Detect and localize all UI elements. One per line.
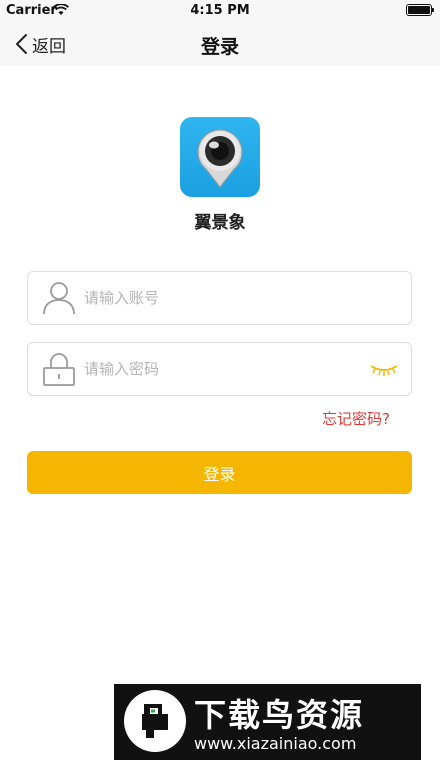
eye-closed-icon[interactable] bbox=[369, 360, 399, 378]
watermark-logo bbox=[124, 690, 186, 752]
lock-icon bbox=[43, 353, 75, 386]
password-field[interactable] bbox=[27, 342, 412, 396]
bird-logo-icon bbox=[142, 704, 168, 738]
camera-pin-logo bbox=[197, 129, 243, 188]
battery-icon bbox=[406, 4, 434, 16]
watermark-url: www.xiazainiao.com bbox=[194, 734, 357, 753]
watermark-title: 下载鸟资源 bbox=[194, 696, 365, 734]
status-bar: Carrier 4:15 PM bbox=[0, 0, 440, 22]
password-input[interactable] bbox=[84, 343, 374, 395]
app-name: 翼景象 bbox=[194, 213, 246, 233]
forgot-password-link[interactable]: 忘记密码? bbox=[322, 408, 390, 429]
login-button[interactable]: 登录 bbox=[27, 451, 412, 494]
account-input[interactable] bbox=[84, 272, 374, 324]
status-time: 4:15 PM bbox=[190, 3, 250, 18]
account-field[interactable] bbox=[27, 271, 412, 325]
watermark-banner: 下载鸟资源 www.xiazainiao.com bbox=[114, 684, 421, 760]
nav-bar: 返回 登录 bbox=[0, 22, 440, 66]
app-logo bbox=[180, 117, 260, 197]
page-title: 登录 bbox=[200, 36, 239, 58]
user-icon bbox=[43, 282, 75, 315]
